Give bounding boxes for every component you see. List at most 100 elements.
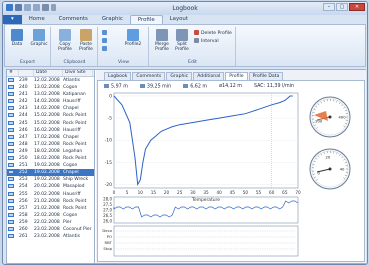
row-number: 243: [19, 106, 28, 112]
tab-home[interactable]: Home: [22, 15, 52, 24]
dive-profile-chart[interactable]: 0-5-10-15-200 5 10 15 20 25 30 35 40 45 50 55 60 65 70…: [98, 81, 364, 261]
table-row[interactable]: 245 15.02.2008 Rock Point: [7, 120, 94, 127]
tab-profile-detail[interactable]: Profile: [225, 72, 248, 80]
table-row[interactable]: 257 21.02.2008 Rock Point: [7, 205, 94, 212]
pan-button[interactable]: [102, 46, 109, 53]
row-date: 15.02.2008: [34, 120, 60, 126]
row-date: 20.02.2008: [34, 184, 60, 190]
zoom-in-button[interactable]: [102, 30, 109, 37]
table-row[interactable]: 254 20.02.2008 Masaplod: [7, 183, 94, 190]
split-icon: [176, 29, 188, 41]
x-tick-label: 15: [151, 190, 157, 195]
row-site: Pier: [63, 219, 72, 225]
table-row[interactable]: 250 18.02.2008 Rock Point: [7, 155, 94, 162]
column-dive-site[interactable]: Dive Site: [63, 70, 93, 76]
tab-graphic-detail[interactable]: Graphic: [166, 72, 193, 80]
dive-icon: [7, 120, 19, 127]
zoom-out-icon: [102, 38, 107, 43]
table-row[interactable]: 260 23.02.2008 Coconut Pier: [7, 226, 94, 233]
row-number: 257: [19, 205, 28, 211]
tab-profile[interactable]: Profile: [129, 15, 163, 24]
tab-logbook[interactable]: Logbook: [104, 72, 132, 80]
tab-additional[interactable]: Additional: [193, 72, 225, 80]
dive-icon: [7, 141, 19, 148]
table-row[interactable]: 258 22.02.2008 Cogon: [7, 212, 94, 219]
x-tick-label: 0: [113, 190, 116, 195]
data-icon: [11, 29, 23, 41]
row-date: 18.02.2008: [34, 156, 60, 162]
data-button[interactable]: Data: [9, 29, 25, 47]
table-row[interactable]: 252 19.02.2008 Chapel: [7, 169, 94, 177]
file-menu-button[interactable]: ▾: [3, 15, 22, 24]
dive-icon: [7, 183, 19, 190]
x-tick-label: 45: [230, 190, 236, 195]
temp-tick-label: 27,0: [103, 208, 112, 213]
profile2-icon: [127, 29, 139, 41]
tab-profile-data[interactable]: Profile Data: [248, 72, 284, 80]
row-site: Hausriff: [63, 191, 81, 197]
depth-gauge-label: 20: [325, 155, 330, 160]
interval-button[interactable]: Interval: [194, 38, 219, 45]
lower-label: Stop: [103, 246, 112, 251]
ribbon-tabs: ▾ Home Comments Graphic Profile Layout: [3, 15, 367, 24]
temperature-label: Temperature: [191, 197, 220, 203]
copy-profile-button[interactable]: Copy Profile: [56, 29, 74, 52]
graphic-button[interactable]: Graphic: [29, 29, 49, 47]
table-row[interactable]: 243 14.02.2008 Chapel: [7, 105, 94, 112]
column-date[interactable]: Date: [34, 70, 63, 76]
table-row[interactable]: 256 21.02.2008 Rock Point: [7, 198, 94, 205]
row-number: 247: [19, 134, 28, 140]
row-site: Cogon: [63, 163, 78, 169]
temp-tick-label: 27,5: [103, 202, 112, 207]
dive-list: # Date Dive Site 239 12.02.2008 Atlantis 24…: [7, 70, 95, 263]
x-tick-label: 40: [216, 190, 222, 195]
table-row[interactable]: 261 23.02.2008 Atlantis: [7, 233, 94, 240]
graphic-icon: [33, 29, 45, 41]
row-date: 15.02.2008: [34, 113, 60, 119]
column-number[interactable]: #: [7, 70, 19, 76]
dive-icon: [7, 233, 19, 240]
table-row[interactable]: 255 20.02.2008 Hausriff: [7, 191, 94, 198]
ribbon: Data Graphic Export Copy Profile Paste P…: [4, 24, 366, 67]
tab-layout[interactable]: Layout: [163, 15, 195, 24]
view-group: Profile2 View: [99, 27, 149, 66]
row-date: 13.02.2008: [34, 85, 60, 91]
minimize-button[interactable]: –: [323, 3, 335, 11]
row-site: Hausriff: [63, 99, 81, 105]
close-button[interactable]: ✕: [349, 3, 365, 11]
temp-tick-label: 26,5: [103, 213, 112, 218]
row-site: Rock Point: [63, 120, 87, 126]
profile-panel: 5,97 m 39,25 min 6,62 m ø14,12 m SAC: 11…: [97, 80, 365, 262]
table-row[interactable]: 240 13.02.2008 Cogon: [7, 84, 94, 91]
clipboard-group: Copy Profile Paste Profile Clipboard: [52, 27, 98, 66]
table-row[interactable]: 259 22.02.2008 Pier: [7, 219, 94, 226]
table-row[interactable]: 242 14.02.2008 Hausriff: [7, 98, 94, 105]
row-date: 12.02.2008: [34, 78, 60, 83]
paste-icon: [80, 29, 92, 41]
delete-profile-button[interactable]: Delete Profile: [194, 30, 232, 37]
table-row[interactable]: 241 13.02.2008 Katipanan: [7, 91, 94, 98]
table-row[interactable]: 244 15.02.2008 Rock Point: [7, 112, 94, 119]
table-row[interactable]: 253 19.02.2008 Ship Wreck: [7, 176, 94, 183]
table-row[interactable]: 239 12.02.2008 Atlantis: [7, 77, 94, 84]
merge-profile-button[interactable]: Merge Profile: [153, 29, 171, 52]
row-number: 261: [19, 234, 28, 240]
zoom-out-button[interactable]: [102, 38, 109, 45]
split-profile-button[interactable]: Split Profile: [173, 29, 191, 52]
table-row[interactable]: 247 17.02.2008 Chapel: [7, 134, 94, 141]
maximize-button[interactable]: ▢: [336, 3, 348, 11]
table-row[interactable]: 248 17.02.2008 Rock Point: [7, 141, 94, 148]
row-number: 241: [19, 92, 28, 98]
table-row[interactable]: 251 19.02.2008 Cogon: [7, 162, 94, 169]
main-content: # Date Dive Site 239 12.02.2008 Atlantis 24…: [6, 69, 366, 264]
dive-icon: [7, 219, 19, 226]
tab-comments-detail[interactable]: Comments: [132, 72, 166, 80]
tab-graphic[interactable]: Graphic: [95, 15, 130, 24]
profile2-button[interactable]: Profile2: [121, 29, 145, 47]
tab-comments[interactable]: Comments: [52, 15, 95, 24]
lower-label: PO: [107, 234, 112, 239]
row-number: 244: [19, 113, 28, 119]
paste-profile-button[interactable]: Paste Profile: [76, 29, 96, 52]
table-row[interactable]: 249 18.02.2008 Legahan: [7, 148, 94, 155]
table-row[interactable]: 246 16.02.2008 Hausriff: [7, 127, 94, 134]
